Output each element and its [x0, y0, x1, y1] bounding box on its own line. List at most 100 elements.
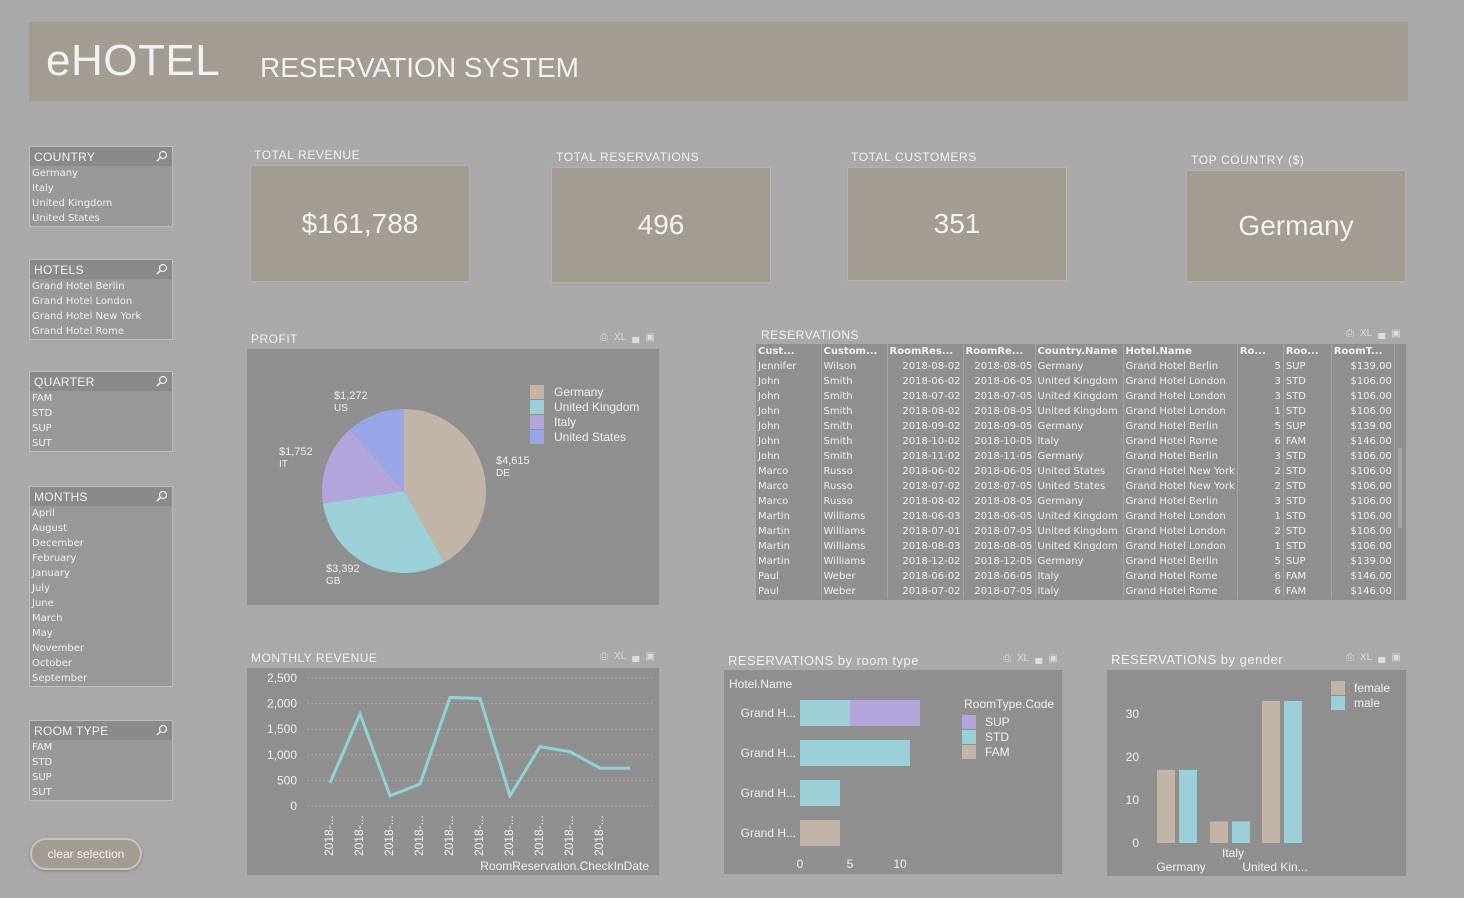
- listbox-item[interactable]: STD: [30, 755, 172, 770]
- print-icon[interactable]: ⎙: [1346, 652, 1354, 663]
- print-icon[interactable]: ⎙: [600, 332, 608, 343]
- search-icon[interactable]: [156, 489, 168, 502]
- table-cell: Grand Hotel London: [1123, 524, 1238, 539]
- listbox-header[interactable]: ROOM TYPE: [30, 721, 172, 740]
- table-row[interactable]: Marco Russo 2018-06-02 2018-06-05 United Sta…: [756, 464, 1395, 479]
- table-cell: Russo: [821, 464, 888, 479]
- listbox-item[interactable]: SUT: [30, 785, 172, 800]
- listbox-item[interactable]: Grand Hotel Rome: [30, 324, 172, 339]
- column-header[interactable]: Ro...: [1237, 344, 1284, 359]
- excel-export-icon[interactable]: XL: [1017, 653, 1029, 664]
- listbox-item[interactable]: November: [30, 641, 172, 656]
- listbox-header[interactable]: QUARTER: [30, 372, 172, 391]
- x-tick-label: 2018-...: [442, 815, 456, 856]
- listbox-item[interactable]: United Kingdom: [30, 196, 172, 211]
- listbox-item[interactable]: SUP: [30, 770, 172, 785]
- print-icon[interactable]: ⎙: [1346, 328, 1354, 339]
- listbox-item[interactable]: February: [30, 551, 172, 566]
- listbox-item[interactable]: STD: [30, 406, 172, 421]
- print-icon[interactable]: ⎙: [600, 651, 608, 662]
- table-row[interactable]: John Smith 2018-06-02 2018-06-05 United King…: [756, 374, 1395, 389]
- listbox-item[interactable]: August: [30, 521, 172, 536]
- column-header[interactable]: RoomT...: [1331, 344, 1395, 359]
- x-tick-label: 2018-...: [532, 815, 546, 856]
- search-icon[interactable]: [156, 149, 168, 162]
- bar-female: [1157, 769, 1175, 843]
- table-row[interactable]: Martin Williams 2018-06-03 2018-06-05 United…: [756, 509, 1395, 524]
- table-row[interactable]: Martin Williams 2018-12-02 2018-12-05 German…: [756, 554, 1395, 569]
- y-tick-label: 500: [277, 773, 297, 787]
- listbox-header[interactable]: COUNTRY: [30, 147, 172, 166]
- listbox-item[interactable]: FAM: [30, 740, 172, 755]
- minimize-icon[interactable]: ▄: [1378, 652, 1385, 663]
- column-header[interactable]: Roo...: [1283, 344, 1332, 359]
- listbox-item[interactable]: Grand Hotel London: [30, 294, 172, 309]
- column-header[interactable]: Hotel.Name: [1123, 344, 1238, 359]
- table-cell: 3: [1237, 449, 1284, 464]
- minimize-icon[interactable]: ▄: [1378, 328, 1385, 339]
- table-row[interactable]: John Smith 2018-10-02 2018-10-05 Italy Grand …: [756, 434, 1395, 449]
- table-row[interactable]: John Smith 2018-08-02 2018-08-05 United King…: [756, 404, 1395, 419]
- maximize-icon[interactable]: ▣: [1391, 652, 1400, 663]
- excel-export-icon[interactable]: XL: [1360, 328, 1372, 339]
- column-header[interactable]: RoomRes...: [887, 344, 964, 359]
- bar-female: [1210, 821, 1228, 843]
- table-row[interactable]: Paul Weber 2018-07-02 2018-07-05 Italy Grand …: [756, 584, 1395, 599]
- listbox-item[interactable]: March: [30, 611, 172, 626]
- profit-controls: ⎙ XL ▄ ▣: [600, 332, 655, 343]
- table-row[interactable]: John Smith 2018-11-02 2018-11-05 Germany Gran…: [756, 449, 1395, 464]
- excel-export-icon[interactable]: XL: [614, 651, 626, 662]
- listbox-item[interactable]: May: [30, 626, 172, 641]
- table-row[interactable]: John Smith 2018-09-02 2018-09-05 Germany Gran…: [756, 419, 1395, 434]
- print-icon[interactable]: ⎙: [1003, 653, 1011, 664]
- listbox-item[interactable]: April: [30, 506, 172, 521]
- search-icon[interactable]: [156, 262, 168, 275]
- table-row[interactable]: John Smith 2018-07-02 2018-07-05 United King…: [756, 389, 1395, 404]
- listbox-item[interactable]: SUT: [30, 436, 172, 451]
- table-scrollbar[interactable]: [1397, 362, 1404, 598]
- listbox-item[interactable]: Grand Hotel New York: [30, 309, 172, 324]
- minimize-icon[interactable]: ▄: [1035, 653, 1042, 664]
- table-row[interactable]: Martin Williams 2018-08-03 2018-08-05 United…: [756, 539, 1395, 554]
- maximize-icon[interactable]: ▣: [645, 651, 654, 662]
- minimize-icon[interactable]: ▄: [632, 651, 639, 662]
- listbox-item[interactable]: September: [30, 671, 172, 686]
- listbox-item[interactable]: June: [30, 596, 172, 611]
- table-row[interactable]: Paul Weber 2018-06-02 2018-06-05 Italy Grand …: [756, 569, 1395, 584]
- column-header[interactable]: Custom...: [821, 344, 888, 359]
- table-row[interactable]: Marco Russo 2018-07-02 2018-07-05 United Sta…: [756, 479, 1395, 494]
- listbox-item[interactable]: Germany: [30, 166, 172, 181]
- table-cell: Grand Hotel Berlin: [1123, 419, 1238, 434]
- scrollbar-thumb[interactable]: [1398, 448, 1402, 528]
- listbox-header[interactable]: HOTELS: [30, 260, 172, 279]
- maximize-icon[interactable]: ▣: [1048, 653, 1057, 664]
- column-header[interactable]: Cust...: [756, 344, 822, 359]
- listbox-header[interactable]: MONTHS: [30, 487, 172, 506]
- maximize-icon[interactable]: ▣: [645, 332, 654, 343]
- column-header[interactable]: RoomRe...: [963, 344, 1036, 359]
- table-row[interactable]: Jennifer Wilson 2018-08-02 2018-08-05 German…: [756, 359, 1395, 374]
- listbox-item[interactable]: SUP: [30, 421, 172, 436]
- listbox-item[interactable]: FAM: [30, 391, 172, 406]
- listbox-item[interactable]: January: [30, 566, 172, 581]
- search-icon[interactable]: [156, 374, 168, 387]
- search-icon[interactable]: [156, 723, 168, 736]
- maximize-icon[interactable]: ▣: [1391, 328, 1400, 339]
- table-cell: Grand Hotel Berlin: [1123, 449, 1238, 464]
- excel-export-icon[interactable]: XL: [1360, 652, 1372, 663]
- minimize-icon[interactable]: ▄: [632, 332, 639, 343]
- table-row[interactable]: Marco Russo 2018-08-02 2018-08-05 Germany Gra…: [756, 494, 1395, 509]
- table-cell: $106.00: [1331, 539, 1395, 554]
- listbox-item[interactable]: July: [30, 581, 172, 596]
- listbox-item[interactable]: United States: [30, 211, 172, 226]
- table-row[interactable]: Martin Williams 2018-07-01 2018-07-05 United…: [756, 524, 1395, 539]
- clear-selection-button[interactable]: clear selection: [30, 838, 142, 870]
- pie-label-it-value: $1,752: [279, 446, 313, 458]
- excel-export-icon[interactable]: XL: [614, 332, 626, 343]
- listbox-item[interactable]: December: [30, 536, 172, 551]
- table-cell: 2018-06-05: [963, 464, 1036, 479]
- listbox-item[interactable]: October: [30, 656, 172, 671]
- column-header[interactable]: Country.Name: [1035, 344, 1124, 359]
- listbox-item[interactable]: Italy: [30, 181, 172, 196]
- listbox-item[interactable]: Grand Hotel Berlin: [30, 279, 172, 294]
